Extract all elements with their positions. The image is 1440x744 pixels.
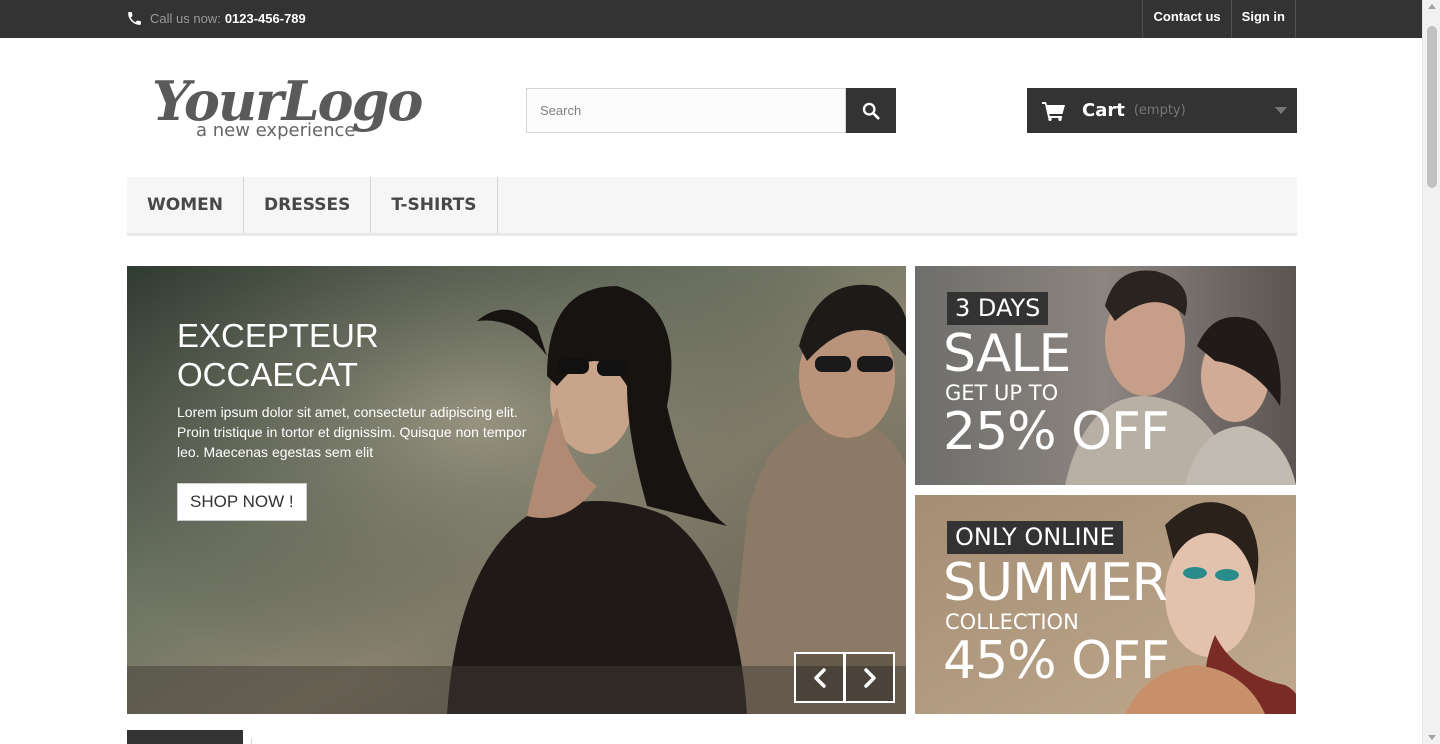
search-button[interactable] [846,88,896,133]
banner-tag: 3 DAYS [947,292,1049,325]
site-logo[interactable]: YourLogo a new experience [150,60,440,146]
banner-subline: GET UP TO [945,381,1059,405]
scroll-thumb[interactable] [1427,26,1437,188]
banner-discount: 45% OFF [943,631,1170,691]
page-scrollbar[interactable] [1422,0,1440,744]
chevron-left-icon [813,667,826,688]
sale-banner[interactable]: 3 DAYS SALE GET UP TO 25% OFF [915,266,1296,485]
cart-label: Cart [1082,100,1125,121]
phone-label: Call us now: [150,10,221,26]
cart-button[interactable]: Cart (empty) [1027,88,1297,133]
slide-title: EXCEPTEUR OCCAECAT [177,317,379,393]
top-links: Contact us Sign in [1142,0,1296,38]
logo-tagline: a new experience [196,120,355,141]
phone-number: 0123-456-789 [224,10,306,26]
sign-in-link[interactable]: Sign in [1230,0,1296,38]
search-icon [862,102,880,120]
scroll-up-icon[interactable] [1428,4,1436,9]
cart-status: (empty) [1133,103,1186,118]
chevron-right-icon [863,667,876,688]
chevron-down-icon [1275,107,1287,114]
top-bar: Call us now: 0123-456-789 Contact us Sig… [0,0,1422,38]
divider [251,738,252,744]
banner-discount: 25% OFF [943,402,1170,462]
main-menu: WOMEN DRESSES T-SHIRTS [127,177,1297,236]
banner-tag: ONLY ONLINE [947,521,1123,554]
home-tab[interactable] [127,730,243,744]
banner-headline: SUMMER [943,553,1168,613]
search-input[interactable] [526,88,846,133]
slide-text: Lorem ipsum dolor sit amet, consectetur … [177,404,527,460]
shop-now-button[interactable]: SHOP NOW ! [177,483,307,521]
menu-item-dresses[interactable]: DRESSES [244,177,372,233]
summer-banner[interactable]: ONLY ONLINE SUMMER COLLECTION 45% OFF [915,495,1296,714]
banner-subline: COLLECTION [945,610,1079,634]
menu-item-tshirts[interactable]: T-SHIRTS [371,177,498,233]
phone-info: Call us now: 0123-456-789 [126,6,306,30]
cart-icon [1042,101,1065,121]
phone-icon [128,11,141,25]
scroll-down-icon[interactable] [1428,735,1436,740]
contact-us-link[interactable]: Contact us [1142,0,1230,38]
slider-next-button[interactable] [844,652,895,703]
home-slider[interactable]: EXCEPTEUR OCCAECAT Lorem ipsum dolor sit… [127,266,906,714]
menu-item-women[interactable]: WOMEN [127,177,244,233]
banner-headline: SALE [943,324,1071,384]
slider-prev-button[interactable] [794,652,845,703]
